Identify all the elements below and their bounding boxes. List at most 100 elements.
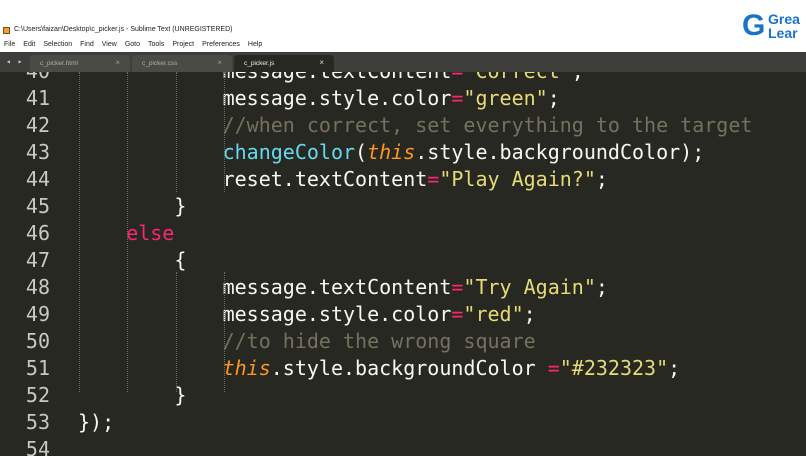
- line-number: 44: [25, 167, 50, 191]
- code-token: message.style.color: [222, 302, 452, 326]
- menu-item-tools[interactable]: Tools: [144, 38, 168, 52]
- line-number: 45: [25, 194, 50, 218]
- code-token: });: [78, 410, 115, 434]
- code-text: }: [174, 193, 186, 220]
- code-token: //to hide the wrong square: [222, 329, 536, 353]
- menu-item-help[interactable]: Help: [244, 38, 266, 52]
- indent-guide: [127, 72, 128, 392]
- menu-item-file[interactable]: File: [0, 38, 19, 52]
- indent-guide: [79, 72, 80, 392]
- code-line: 42 //when correct, set everything to the …: [0, 112, 806, 139]
- line-number: 42: [25, 113, 50, 137]
- line-number: 52: [25, 383, 50, 407]
- tab-navigation-arrows-icon[interactable]: ◂ ▸: [6, 57, 23, 66]
- code-line: 52}: [0, 382, 806, 409]
- code-token: =: [451, 86, 464, 110]
- code-text: else: [126, 220, 174, 247]
- code-line: 45}: [0, 193, 806, 220]
- code-token: =: [451, 302, 464, 326]
- code-line: 44 reset.textContent="Play Again?";: [0, 166, 806, 193]
- tab-bar: ◂ ▸ c_picker.html × c_picker.css × c_pic…: [0, 52, 806, 72]
- tab-close-icon[interactable]: ×: [319, 58, 324, 67]
- tab-c-picker-css[interactable]: c_picker.css ×: [132, 55, 232, 72]
- brand-text: Grea Lear: [768, 11, 800, 41]
- code-token: "Try Again": [463, 275, 596, 299]
- code-text: //to hide the wrong square: [223, 328, 536, 355]
- menu-item-find[interactable]: Find: [76, 38, 98, 52]
- code-line: 53});: [0, 409, 806, 436]
- menu-item-edit[interactable]: Edit: [19, 38, 39, 52]
- code-text: message.style.color="red";: [223, 301, 536, 328]
- menu-item-selection[interactable]: Selection: [39, 38, 76, 52]
- tab-c-picker-js[interactable]: c_picker.js ×: [234, 55, 334, 72]
- code-token: ;: [595, 275, 608, 299]
- indent-guide: [224, 72, 225, 192]
- code-text: });: [78, 409, 114, 436]
- code-token: "red": [463, 302, 524, 326]
- line-number: 54: [25, 437, 50, 456]
- code-token: .style.backgroundColor);: [415, 140, 705, 164]
- code-line: 51 this.style.backgroundColor ="#232323";: [0, 355, 806, 382]
- line-number: 40: [0, 72, 50, 85]
- window-title: C:\Users\faizan\Desktop\c_picker.js - Su…: [14, 26, 233, 33]
- code-token: =: [547, 356, 560, 380]
- code-line: 43 changeColor(this.style.backgroundColor…: [0, 139, 806, 166]
- line-number: 47: [25, 248, 50, 272]
- sublime-app-icon: [3, 27, 10, 34]
- tab-label: c_picker.js: [244, 60, 275, 67]
- code-token: changeColor: [222, 140, 356, 164]
- line-number: 53: [25, 410, 50, 434]
- tab-c-picker-html[interactable]: c_picker.html ×: [30, 55, 130, 72]
- code-token: {: [174, 248, 187, 272]
- line-number: 51: [25, 356, 50, 380]
- code-token: this: [222, 356, 271, 380]
- indent-guide: [176, 72, 177, 192]
- tab-close-icon[interactable]: ×: [115, 58, 120, 67]
- code-text: message.textContent="Try Again";: [223, 274, 608, 301]
- code-line: 50 //to hide the wrong square: [0, 328, 806, 355]
- code-line: 49 message.style.color="red";: [0, 301, 806, 328]
- line-number: 48: [25, 275, 50, 299]
- title-bar: C:\Users\faizan\Desktop\c_picker.js - Su…: [0, 0, 806, 42]
- line-number: 43: [25, 140, 50, 164]
- line-number: 46: [25, 221, 50, 245]
- line-number: 41: [25, 86, 50, 110]
- code-text: message.style.color="green";: [223, 85, 560, 112]
- code-text: reset.textContent="Play Again?";: [223, 166, 608, 193]
- code-token: =: [427, 167, 440, 191]
- line-number: 50: [25, 329, 50, 353]
- menu-bar: File Edit Selection Find View Goto Tools Projec…: [0, 38, 806, 52]
- indent-guide: [224, 272, 225, 392]
- code-token: "green": [463, 86, 548, 110]
- code-token: message.style.color: [222, 86, 452, 110]
- code-token: "#232323": [559, 356, 669, 380]
- menu-item-project[interactable]: Project: [168, 38, 198, 52]
- code-line: 48 message.textContent="Try Again";: [0, 274, 806, 301]
- code-token: else: [126, 221, 175, 245]
- code-token: (: [355, 140, 368, 164]
- code-text: {: [174, 247, 186, 274]
- code-line: 41 message.style.color="green";: [0, 85, 806, 112]
- code-token: .style.backgroundColor: [270, 356, 548, 380]
- code-token: ;: [547, 86, 560, 110]
- code-line: 40 message.textContent="Correct";: [0, 72, 806, 85]
- code-token: ;: [668, 356, 681, 380]
- code-token: "Play Again?": [439, 167, 596, 191]
- tab-close-icon[interactable]: ×: [217, 58, 222, 67]
- code-line: 54: [0, 436, 806, 456]
- code-text: this.style.backgroundColor ="#232323";: [223, 355, 681, 382]
- code-token: ;: [523, 302, 536, 326]
- line-number: 49: [25, 302, 50, 326]
- code-editor[interactable]: 40 message.textContent="Correct"; 41 messag…: [0, 72, 806, 456]
- code-line: 47 {: [0, 247, 806, 274]
- code-text: message.textContent="Correct";: [223, 72, 584, 85]
- menu-item-view[interactable]: View: [98, 38, 121, 52]
- menu-item-preferences[interactable]: Preferences: [198, 38, 244, 52]
- code-token: //when correct, set everything to the ta…: [222, 113, 753, 137]
- code-token: reset.textContent: [222, 167, 428, 191]
- code-token: this: [367, 140, 416, 164]
- code-line: 46 else: [0, 220, 806, 247]
- menu-item-goto[interactable]: Goto: [121, 38, 144, 52]
- code-token: message.textContent: [222, 275, 452, 299]
- code-token: ;: [595, 167, 608, 191]
